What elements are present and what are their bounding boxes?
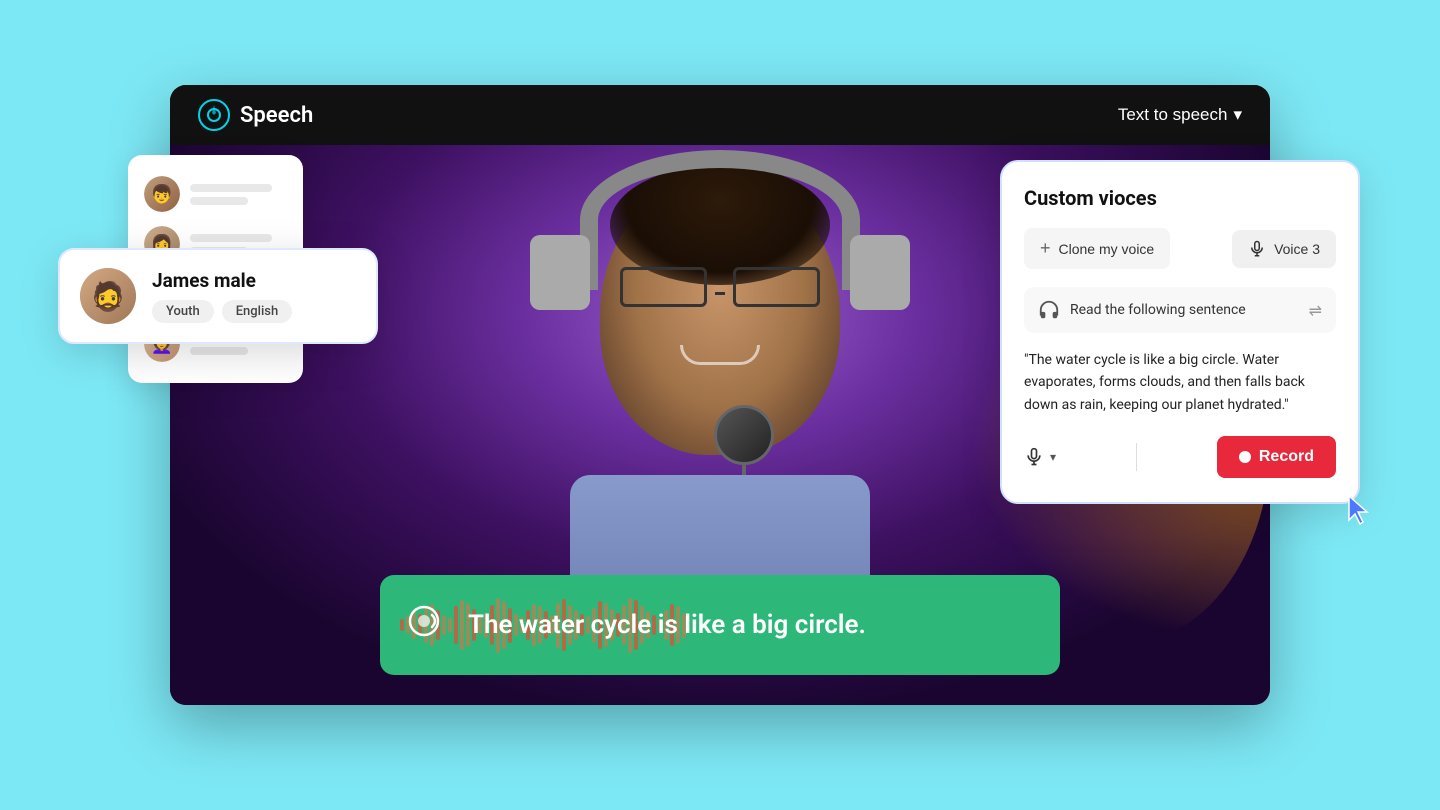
headphone-icon (1038, 299, 1060, 321)
james-tags: Youth English (152, 300, 356, 323)
james-info: James male Youth English (152, 269, 356, 323)
custom-voices-title: Custom vioces (1024, 186, 1336, 210)
header-bar: Speech Text to speech ▾ (170, 85, 1270, 145)
custom-voices-card: Custom vioces + Clone my voice Voice 3 (1000, 160, 1360, 504)
subtitles-text: The water cycle is like a big circle. (468, 610, 866, 640)
read-sentence-row: Read the following sentence ⇌ (1024, 287, 1336, 333)
logo-area: Speech (198, 99, 313, 131)
voice-line-long (190, 184, 272, 192)
record-label: Record (1259, 448, 1314, 466)
james-tag-youth: Youth (152, 300, 214, 323)
voice-list-item[interactable]: 👦 (140, 169, 291, 219)
sentence-text: "The water cycle is like a big circle. W… (1024, 349, 1336, 416)
tts-label: Text to speech (1118, 105, 1228, 125)
record-dot-icon (1239, 451, 1251, 463)
plus-icon: + (1040, 238, 1051, 259)
voice-line-long (190, 234, 272, 242)
tts-dropdown-button[interactable]: Text to speech ▾ (1118, 105, 1242, 125)
record-button[interactable]: Record (1217, 436, 1336, 478)
card-footer: ▾ Record (1024, 436, 1336, 478)
voice-lines-1 (190, 184, 287, 205)
mic-icon (1248, 240, 1266, 258)
clone-voice-row: + Clone my voice Voice 3 (1024, 228, 1336, 269)
app-title: Speech (240, 103, 313, 128)
mic-small-icon (1024, 447, 1044, 467)
clone-voice-label: Clone my voice (1059, 241, 1155, 257)
speaker-icon (404, 601, 452, 649)
read-sentence-label: Read the following sentence (1070, 302, 1246, 318)
app-logo-icon (198, 99, 230, 131)
mic-dropdown[interactable]: ▾ (1024, 447, 1056, 467)
james-avatar: 🧔 (80, 268, 136, 324)
voice-line-short (190, 347, 248, 355)
voice3-button[interactable]: Voice 3 (1232, 230, 1336, 268)
voice-avatar-1: 👦 (144, 176, 180, 212)
clone-voice-button[interactable]: + Clone my voice (1024, 228, 1170, 269)
subtitles-content: The water cycle is like a big circle. (404, 601, 866, 649)
james-name: James male (152, 269, 356, 292)
vertical-divider (1136, 443, 1137, 471)
subtitles-bar: The water cycle is like a big circle. (380, 575, 1060, 675)
read-sentence-left: Read the following sentence (1038, 299, 1246, 321)
voice3-label: Voice 3 (1274, 241, 1320, 257)
james-voice-card[interactable]: 🧔 James male Youth English (58, 248, 378, 344)
voice-line-short (190, 197, 248, 205)
cursor (1345, 494, 1373, 522)
james-tag-english: English (222, 300, 293, 323)
mic-dropdown-arrow: ▾ (1050, 450, 1056, 464)
chevron-down-icon: ▾ (1233, 105, 1242, 125)
shuffle-icon[interactable]: ⇌ (1309, 301, 1322, 320)
